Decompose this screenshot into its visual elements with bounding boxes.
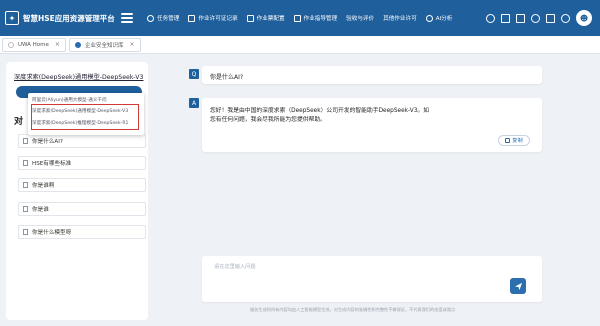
tab-dot-icon — [8, 41, 14, 48]
close-icon[interactable]: × — [129, 41, 134, 48]
question-input[interactable]: 请在这里输入问题 — [214, 263, 256, 270]
nav-item-task[interactable]: 任务管理 — [147, 14, 179, 22]
close-icon[interactable]: × — [55, 41, 60, 48]
task-icon — [147, 14, 154, 22]
book-icon[interactable] — [501, 13, 510, 23]
nav-item-permit-records[interactable]: 作业许可证记录 — [188, 14, 238, 22]
app-title: 智慧HSE应用资源管理平台 — [23, 13, 115, 23]
copy-icon — [505, 138, 511, 143]
document-icon — [23, 182, 28, 188]
top-icons: ☻ — [480, 10, 592, 26]
send-icon — [514, 282, 522, 290]
avatar[interactable]: ☻ — [576, 10, 592, 26]
nav-item-ticket-config[interactable]: 作业票配置 — [246, 14, 285, 22]
model-option-r1[interactable]: 深度求索(DeepSeek)推理模型-DeepSeek-R1 — [32, 120, 128, 126]
document-icon — [23, 138, 28, 144]
question-message: 你是什么AI? — [202, 66, 542, 84]
top-bar: ✦ 智慧HSE应用资源管理平台 任务管理 作业许可证记录 作业票配置 作业指导管… — [0, 0, 600, 36]
nav-item-ai[interactable]: AI分析 — [425, 14, 452, 22]
document-icon — [188, 14, 196, 22]
tab-dot-icon — [74, 41, 81, 48]
document-icon — [23, 206, 28, 212]
help-icon[interactable] — [486, 13, 495, 23]
copy-button[interactable]: 复制 — [498, 135, 530, 146]
nav-item-guide[interactable]: 作业指导管理 — [293, 14, 337, 22]
tab-home[interactable]: UWA Home × — [2, 37, 66, 52]
bell-icon[interactable] — [531, 13, 540, 23]
model-selector[interactable]: 深度求索(DeepSeek)通用模型-DeepSeek-V3 — [14, 72, 143, 81]
disclaimer-text: 服务生成的所有内容均由人工智能模型生成，对生成内容的准确性和完整性不做保证，不代… — [250, 307, 456, 312]
main-nav: 任务管理 作业许可证记录 作业票配置 作业指导管理 验收与评价 其他作业许可 A… — [147, 14, 461, 22]
document-icon — [23, 160, 28, 166]
chat-list-heading: 对 — [14, 117, 24, 127]
question-badge: Q — [189, 69, 199, 79]
grid-icon[interactable] — [516, 13, 525, 23]
fullscreen-icon[interactable] — [546, 13, 555, 23]
model-option-v3[interactable]: 深度求索(DeepSeek)通用模型-DeepSeek-V3 — [32, 108, 128, 114]
answer-text: 您好！我是由中国的深度求索（DeepSeek）公司开发的智能助手DeepSeek… — [210, 108, 430, 123]
guide-icon — [293, 14, 301, 22]
chat-history-item[interactable]: 你是谁 — [18, 202, 146, 216]
config-icon — [246, 14, 254, 22]
menu-toggle-icon[interactable] — [121, 11, 133, 25]
tab-knowledge-base[interactable]: 企业安全知识库 × — [68, 37, 141, 52]
chat-history-item[interactable]: 你是谁啊 — [18, 178, 146, 192]
refresh-icon[interactable] — [561, 13, 570, 23]
send-button[interactable] — [510, 278, 526, 294]
chat-history-item[interactable]: 你是什么模型呀 — [18, 225, 146, 239]
tab-bar: UWA Home × 企业安全知识库 × — [0, 36, 600, 54]
ai-icon — [425, 14, 433, 22]
chat-history-item[interactable]: HSE有哪些标准 — [18, 156, 146, 170]
question-input-area[interactable]: 请在这里输入问题 — [202, 256, 542, 302]
answer-message: 您好！我是由中国的深度求索（DeepSeek）公司开发的智能助手DeepSeek… — [202, 98, 542, 152]
document-icon — [23, 229, 28, 235]
answer-badge: A — [189, 98, 199, 108]
chat-history-item[interactable]: 你是什么AI? — [18, 134, 146, 148]
model-dropdown: 阿里云(Aliyun)通用大模型-通义千问 深度求索(DeepSeek)通用模型… — [28, 93, 144, 135]
logo-icon: ✦ — [5, 11, 19, 25]
left-panel: 深度求索(DeepSeek)通用模型-DeepSeek-V3 阿里云(Aliyu… — [6, 62, 148, 320]
nav-item-evaluate[interactable]: 验收与评价 — [346, 14, 374, 22]
model-option-qwen[interactable]: 阿里云(Aliyun)通用大模型-通义千问 — [32, 97, 107, 103]
nav-item-other-permit[interactable]: 其他作业许可 — [383, 14, 417, 22]
